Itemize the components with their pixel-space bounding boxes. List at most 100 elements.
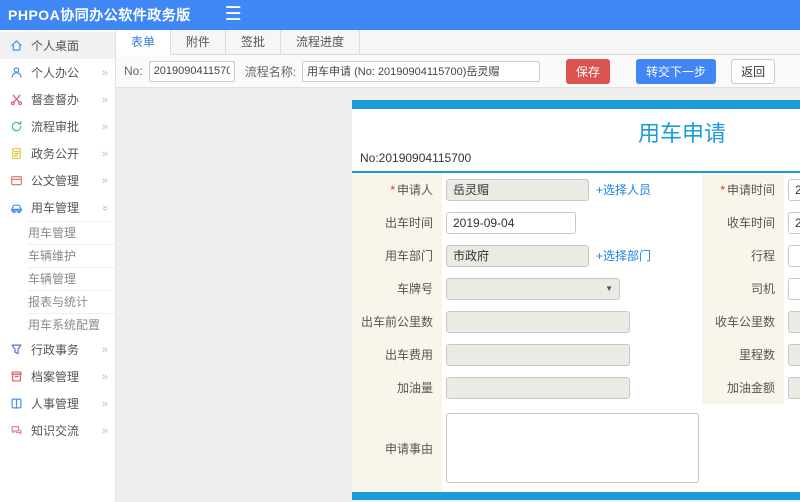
apply-time-input[interactable]: 20 [788,178,800,201]
form-right-column: *申请时间20收车时间20行程司机收车公里数里程数加油金额 [702,173,800,404]
chevron-right-icon: » [101,424,108,437]
fuel-cost-input [788,376,800,399]
sidebar-item-label: 行政事务 [31,343,80,357]
back-button[interactable]: 返回 [731,58,776,84]
forward-next-step-button[interactable]: 转交下一步 [636,58,717,84]
sidebar-item-personal-office[interactable]: 个人办公 » [0,59,115,86]
car-icon [10,201,25,215]
sidebar-item-label: 个人办公 [31,66,80,80]
sidebar-item-hr-mgmt[interactable]: 人事管理 » [0,390,115,417]
flow-name-input[interactable] [302,60,541,82]
itinerary-input[interactable] [788,244,800,267]
form-row-fuel-amount: 加油量 [352,371,702,404]
sidebar-item-label: 政务公开 [31,147,80,161]
field-label: 行程 [702,239,784,272]
sidebar-item-archive-mgmt[interactable]: 档案管理 » [0,363,115,390]
field-input-cell [784,244,800,267]
sidebar-item-label: 知识交流 [31,424,80,438]
hamburger-icon[interactable]: ☰ [225,0,242,30]
form-row-fuel-cost: 加油金额 [702,371,800,404]
sidebar-item-label: 用车管理 [31,201,80,215]
form-row-mileage: 里程数 [702,338,800,371]
no-input[interactable] [148,60,235,82]
sidebar-item-gov-affairs-public[interactable]: 政务公开 » [0,140,115,167]
chevron-right-icon: » [101,370,108,383]
chevron-right-icon: » [101,66,108,79]
form-row-applicant: * 申请人 岳灵赗 +选择人员 [352,173,702,206]
select-person-link[interactable]: +选择人员 [596,181,651,198]
field-label-text: 出车费用 [384,348,433,362]
form-row-use-department: 用车部门 市政府 +选择部门 [352,239,702,272]
sidebar-item-admin-affairs[interactable]: 行政事务 » [0,336,115,363]
return-time-input[interactable]: 20 [788,211,800,234]
field-label-text: 收车公里数 [714,315,775,329]
trip-cost-input [446,343,630,366]
field-input-cell [442,376,702,399]
sidebar-item-label: 公文管理 [31,174,80,188]
application-reason-textarea[interactable] [446,413,699,483]
field-label: * 申请时间 [702,173,784,206]
field-label-text: 申请人 [396,183,433,197]
field-label: * 申请人 [352,173,442,206]
field-input-cell: 20 [784,211,800,234]
home-icon [10,39,25,53]
sidebar-subitem[interactable]: 报表与统计 [28,290,115,313]
field-input-cell: 2019-09-04 [442,211,702,234]
driver-input[interactable] [788,277,800,300]
field-input-cell [784,343,800,366]
field-label: 收车时间 [702,206,784,239]
form-toolbar: No: 流程名称: 保存 转交下一步 返回 [116,55,800,88]
top-bar: PHPOA协同办公软件政务版 ☰ [0,0,800,30]
funnel-icon [10,343,25,357]
vehicle-request-form: 用车申请 No:20190904115700 * 申请人 岳灵赗 +选择人员 出车时间 2… [352,100,800,500]
sidebar-item-label: 流程审批 [31,120,80,134]
form-title: 用车申请 [637,121,726,146]
sidebar-item-label: 档案管理 [31,370,80,384]
form-row-driver: 司机 [702,272,800,305]
form-row-return-time: 收车时间 20 [702,206,800,239]
sidebar-subitem[interactable]: 车辆管理 [28,267,115,290]
sidebar-item-label: 人事管理 [31,397,80,411]
form-row-km-on-return: 收车公里数 [702,305,800,338]
sidebar-subitem[interactable]: 用车系统配置 [28,313,115,336]
sidebar-item-supervision[interactable]: 督查督办 » [0,86,115,113]
sidebar-item-workflow-approval[interactable]: 流程审批 » [0,113,115,140]
tab-sign[interactable]: 签批 [226,30,282,54]
user-icon [10,66,25,80]
form-row-plate-number: 车牌号 ▼ [352,272,702,305]
save-button[interactable]: 保存 [566,58,611,84]
field-input-cell [784,310,800,333]
chevron-down-icon: » [98,204,111,211]
form-footer-bar [352,492,800,500]
sidebar-item-vehicle-mgmt[interactable]: 用车管理 » [0,194,115,221]
sidebar: 个人桌面 个人办公 » 督查督办 » 流程审批 » 政务公开 » 公文管理 » 用车管理 » 用车管理 车辆… [0,30,116,502]
field-label: 出车前公里数 [352,305,442,338]
sidebar-item-knowledge-exchange[interactable]: 知识交流 » [0,417,115,444]
sidebar-subitem[interactable]: 车辆维护 [28,244,115,267]
tab-flow-progress[interactable]: 流程进度 [281,30,361,54]
field-label: 里程数 [702,338,784,371]
tab-attachment[interactable]: 附件 [171,30,227,54]
plate-number-select[interactable]: ▼ [446,277,620,300]
mileage-input [788,343,800,366]
field-label-text: 加油量 [396,381,433,395]
sidebar-menu: 个人桌面 个人办公 » 督查督办 » 流程审批 » 政务公开 » 公文管理 » 用车管理 » 用车管理 车辆… [0,32,115,444]
field-label: 出车时间 [352,206,442,239]
form-row-apply-time: *申请时间20 [702,173,800,206]
field-input-cell: 20 [784,178,800,201]
tab-form[interactable]: 表单 [116,30,172,55]
cycle-icon [10,120,25,134]
field-input-cell: 市政府 +选择部门 [442,244,702,267]
fuel-amount-input [446,376,630,399]
form-row-km-before-departure: 出车前公里数 [352,305,702,338]
sidebar-item-personal-desktop[interactable]: 个人桌面 [0,32,115,59]
sidebar-item-official-doc-mgmt[interactable]: 公文管理 » [0,167,115,194]
select-department-link[interactable]: +选择部门 [596,247,651,264]
sidebar-subitem[interactable]: 用车管理 [28,221,115,244]
form-fields: * 申请人 岳灵赗 +选择人员 出车时间 2019-09-04 用车部门 市政府 +选择部门 车牌… [352,171,800,492]
field-label: 车牌号 [352,272,442,305]
depart-time-input[interactable]: 2019-09-04 [446,211,576,234]
chevron-right-icon: » [101,147,108,160]
chevron-right-icon: » [101,174,108,187]
no-label: No: [124,64,143,78]
